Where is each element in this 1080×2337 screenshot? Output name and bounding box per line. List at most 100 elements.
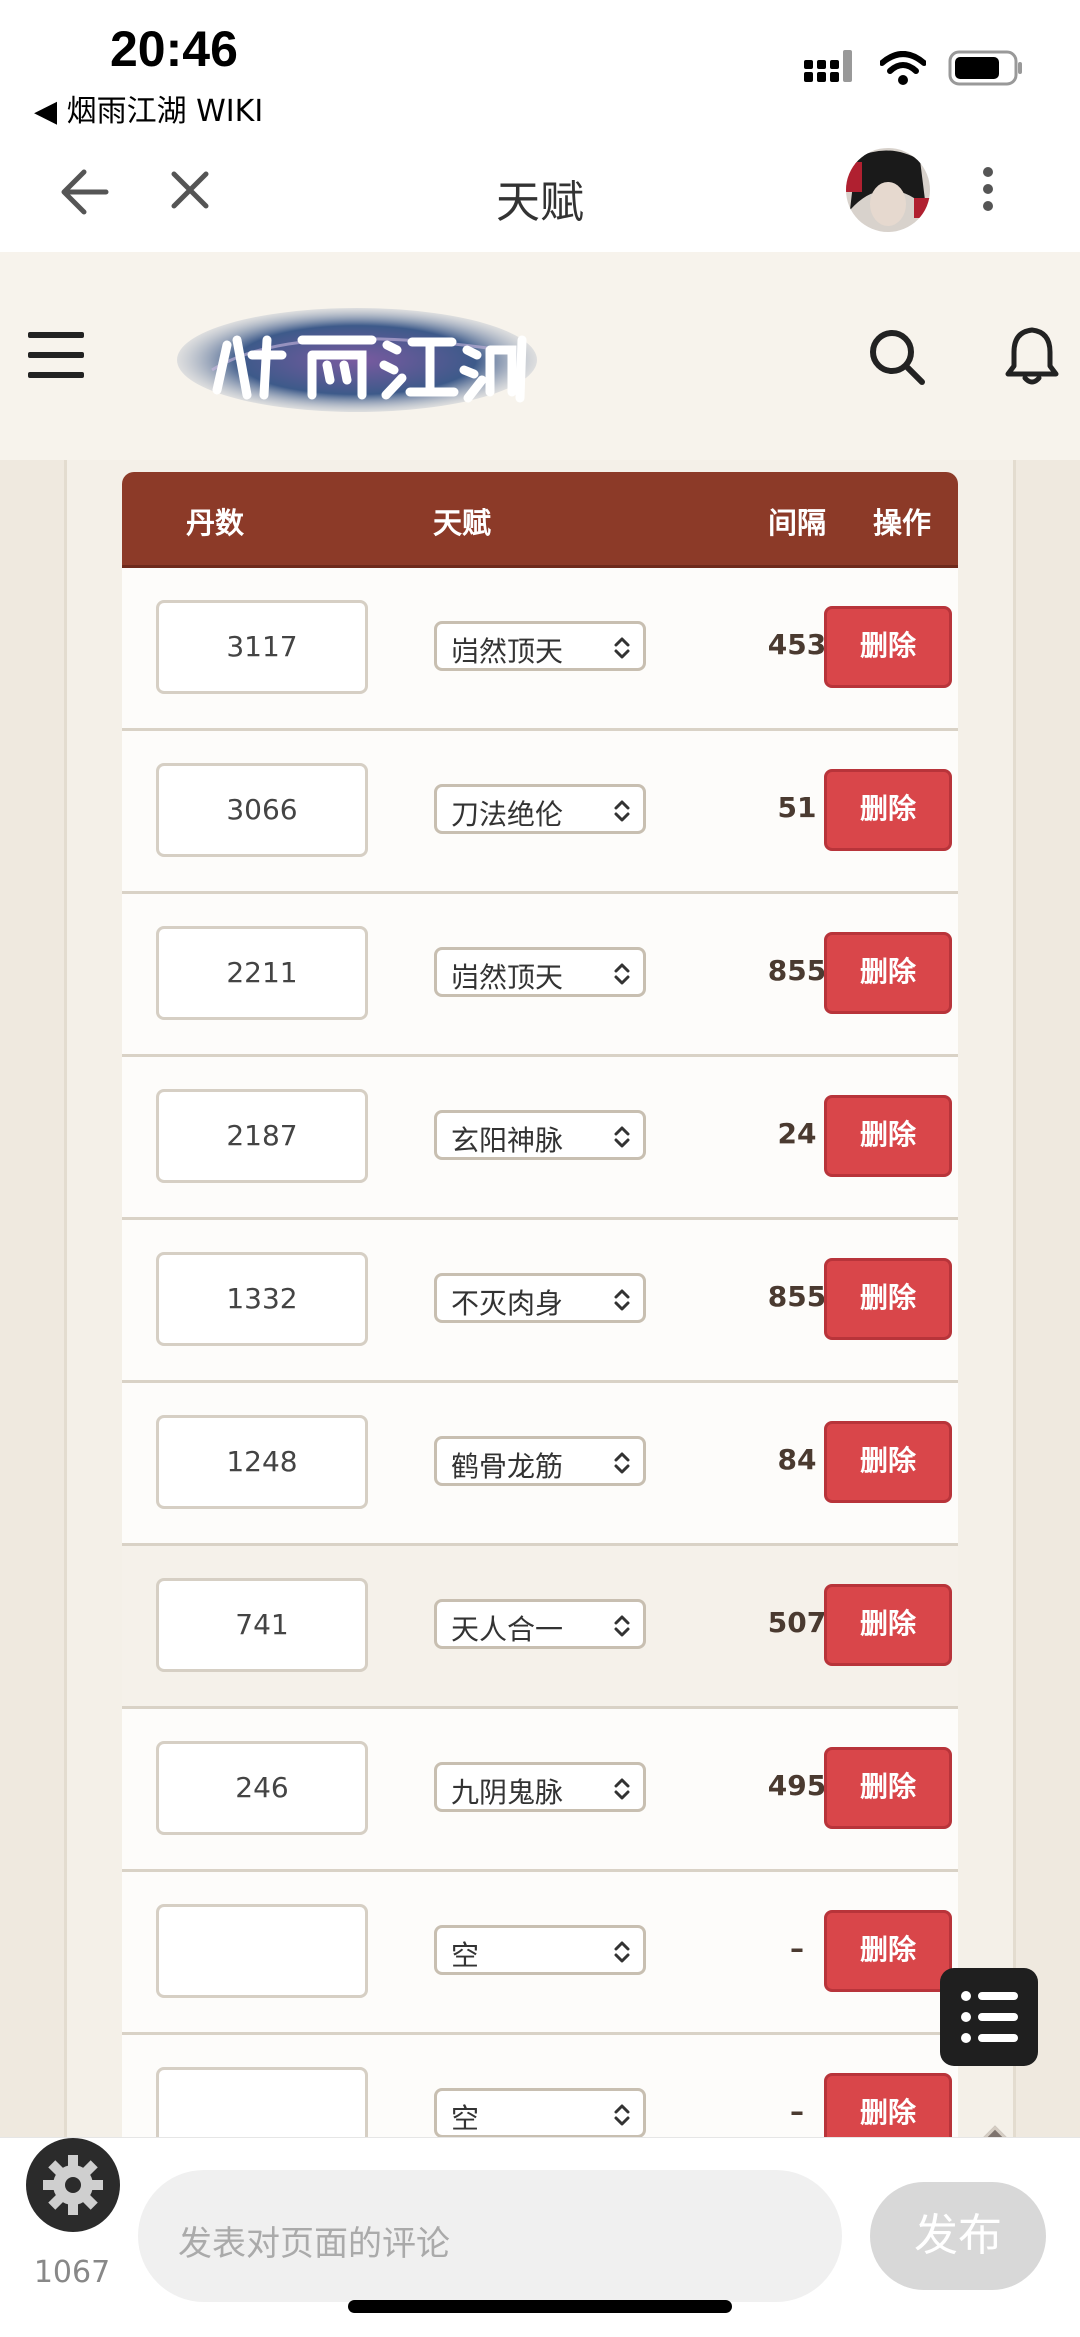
interval-value: 84 <box>777 1443 817 1476</box>
delete-button[interactable]: 删除 <box>824 606 952 688</box>
site-header <box>0 252 1080 460</box>
table-row: 3117 岿然顶天 453 删除 <box>122 568 958 731</box>
delete-button[interactable]: 删除 <box>824 1584 952 1666</box>
status-time: 20:46 <box>110 21 238 77</box>
dan-input[interactable]: 2211 <box>156 926 368 1020</box>
battery-icon <box>948 50 1022 86</box>
table-row: 741 天人合一 507 删除 <box>122 1546 958 1709</box>
dan-input[interactable]: 3117 <box>156 600 368 694</box>
interval-value: 24 <box>777 1117 817 1150</box>
column-header-dan: 丹数 <box>185 506 244 540</box>
dan-input[interactable]: 1332 <box>156 1252 368 1346</box>
cellular-signal-icon <box>804 50 852 82</box>
comment-count: 1067 <box>33 2255 111 2290</box>
talent-select[interactable]: 天人合一 <box>434 1599 646 1649</box>
bell-icon[interactable] <box>1004 326 1060 386</box>
select-arrows-icon <box>614 1615 630 1637</box>
search-icon[interactable] <box>868 328 926 386</box>
select-arrows-icon <box>614 1941 630 1963</box>
delete-button[interactable]: 删除 <box>824 1747 952 1829</box>
settings-button[interactable] <box>26 2138 120 2232</box>
table-header: 丹数 天赋 间隔 操作 <box>122 472 958 568</box>
talent-select[interactable]: 岿然顶天 <box>434 947 646 997</box>
dan-input[interactable] <box>156 2067 368 2137</box>
dan-input[interactable]: 2187 <box>156 1089 368 1183</box>
talent-select-value: 刀法绝伦 <box>451 798 564 831</box>
list-icon <box>961 1991 1018 2043</box>
avatar[interactable] <box>846 148 930 232</box>
menu-icon[interactable] <box>28 332 84 378</box>
dan-input[interactable]: 3066 <box>156 763 368 857</box>
column-header-talent: 天赋 <box>432 506 491 540</box>
gear-icon <box>43 2155 103 2215</box>
dan-input[interactable]: 246 <box>156 1741 368 1835</box>
interval-value: – <box>790 2095 804 2128</box>
select-arrows-icon <box>614 1289 630 1311</box>
talent-table: 丹数 天赋 间隔 操作 3117 岿然顶天 453 删除 3066 刀法绝伦 51 删除 221… <box>122 472 958 2137</box>
delete-button[interactable]: 删除 <box>824 769 952 851</box>
back-to-app-link[interactable]: ◀ 烟雨江湖 WIKI <box>34 86 263 130</box>
status-bar: 20:46 ◀ 烟雨江湖 WIKI <box>0 0 1080 140</box>
talent-select-value: 岿然顶天 <box>451 961 564 994</box>
status-icons <box>804 50 1024 86</box>
talent-select-value: 不灭肉身 <box>451 1287 564 1320</box>
delete-button[interactable]: 删除 <box>824 932 952 1014</box>
talent-select[interactable]: 空 <box>434 2088 646 2137</box>
interval-value: 495 <box>767 1769 827 1802</box>
more-options-icon[interactable] <box>980 164 996 214</box>
interval-value: 507 <box>767 1606 827 1639</box>
talent-select-value: 玄阳神脉 <box>451 1124 564 1157</box>
publish-button[interactable]: 发布 <box>870 2182 1046 2290</box>
talent-select[interactable]: 鹤骨龙筋 <box>434 1436 646 1486</box>
interval-value: – <box>790 1932 804 1965</box>
column-header-action: 操作 <box>872 506 931 540</box>
delete-button[interactable]: 删除 <box>824 1910 952 1992</box>
table-row: 空 – 删除 <box>122 2035 958 2137</box>
talent-select[interactable]: 刀法绝伦 <box>434 784 646 834</box>
table-row: 2211 岿然顶天 855 删除 <box>122 894 958 1057</box>
table-body: 3117 岿然顶天 453 删除 3066 刀法绝伦 51 删除 2211 岿然顶天 855 删除 21… <box>122 568 958 2137</box>
talent-select[interactable]: 岿然顶天 <box>434 621 646 671</box>
nav-bar: 天赋 <box>0 140 1080 252</box>
dan-input[interactable]: 1248 <box>156 1415 368 1509</box>
delete-button[interactable]: 删除 <box>824 2073 952 2137</box>
table-row: 246 九阴鬼脉 495 删除 <box>122 1709 958 1872</box>
home-indicator <box>348 2300 732 2313</box>
interval-value: 855 <box>767 1280 827 1313</box>
wifi-icon <box>880 51 926 85</box>
talent-select-value: 空 <box>451 1939 480 1972</box>
table-row: 空 – 删除 <box>122 1872 958 2035</box>
select-arrows-icon <box>614 800 630 822</box>
talent-select[interactable]: 空 <box>434 1925 646 1975</box>
table-row: 1248 鹤骨龙筋 84 删除 <box>122 1383 958 1546</box>
select-arrows-icon <box>614 1452 630 1474</box>
interval-value: 855 <box>767 954 827 987</box>
select-arrows-icon <box>614 963 630 985</box>
table-row: 2187 玄阳神脉 24 删除 <box>122 1057 958 1220</box>
comment-input[interactable]: 发表对页面的评论 <box>138 2170 842 2302</box>
talent-select[interactable]: 玄阳神脉 <box>434 1110 646 1160</box>
select-arrows-icon <box>614 2104 630 2126</box>
talent-select-value: 空 <box>451 2102 480 2135</box>
talent-select[interactable]: 不灭肉身 <box>434 1273 646 1323</box>
delete-button[interactable]: 删除 <box>824 1421 952 1503</box>
select-arrows-icon <box>614 637 630 659</box>
talent-select[interactable]: 九阴鬼脉 <box>434 1762 646 1812</box>
delete-button[interactable]: 删除 <box>824 1095 952 1177</box>
talent-select-value: 九阴鬼脉 <box>451 1776 564 1809</box>
interval-value: 51 <box>777 791 817 824</box>
interval-value: 453 <box>767 628 827 661</box>
delete-button[interactable]: 删除 <box>824 1258 952 1340</box>
talent-select-value: 岿然顶天 <box>451 635 564 668</box>
table-row: 1332 不灭肉身 855 删除 <box>122 1220 958 1383</box>
talent-select-value: 天人合一 <box>451 1613 564 1646</box>
dan-input[interactable]: 741 <box>156 1578 368 1672</box>
dan-input[interactable] <box>156 1904 368 1998</box>
talent-select-value: 鹤骨龙筋 <box>451 1450 564 1483</box>
table-row: 3066 刀法绝伦 51 删除 <box>122 731 958 894</box>
select-arrows-icon <box>614 1778 630 1800</box>
column-header-interval: 间隔 <box>767 506 826 540</box>
toc-button[interactable] <box>940 1968 1038 2066</box>
site-logo[interactable] <box>172 300 542 418</box>
comment-placeholder: 发表对页面的评论 <box>178 2224 450 2264</box>
